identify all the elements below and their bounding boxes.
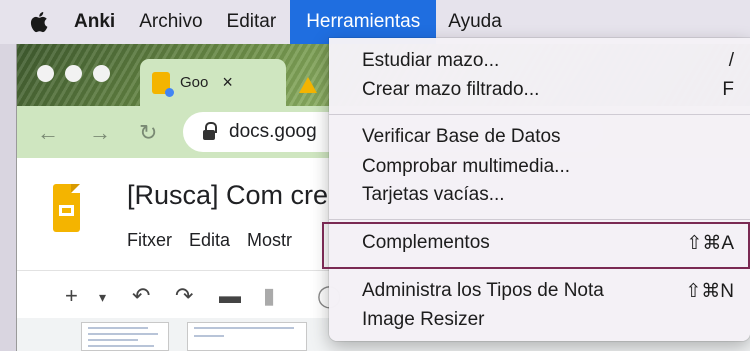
menu-item-label: Tarjetas vacías... <box>362 184 505 205</box>
menu-item-label: Crear mazo filtrado... <box>362 79 540 100</box>
tab-close-icon[interactable]: × <box>222 72 233 93</box>
menu-separator <box>329 219 750 220</box>
google-docs-favicon-icon <box>152 71 174 97</box>
docs-menu-edita[interactable]: Edita <box>189 230 230 251</box>
menu-item-shortcut: ⇧⌘A <box>686 232 734 254</box>
herramientas-dropdown-menu: Estudiar mazo... / Crear mazo filtrado..… <box>329 38 750 341</box>
document-title[interactable]: [Rusca] Com cre <box>127 180 328 211</box>
menu-item-shortcut: ⇧⌘N <box>685 280 734 302</box>
menu-item-comprobar-multimedia[interactable]: Comprobar multimedia... <box>329 153 750 181</box>
slide-thumbnail[interactable] <box>187 322 307 351</box>
window-zoom-button[interactable] <box>93 65 110 82</box>
apple-menu[interactable] <box>0 0 66 44</box>
window-close-button[interactable] <box>37 65 54 82</box>
menu-app-anki[interactable]: Anki <box>66 0 127 44</box>
browser-tab-active[interactable]: Goo × <box>140 59 286 106</box>
menu-item-label: Administra los Tipos de Nota <box>362 280 604 301</box>
menu-item-label: Image Resizer <box>362 309 485 330</box>
undo-icon[interactable]: ↶ <box>132 283 150 309</box>
menu-item-label: Comprobar multimedia... <box>362 156 571 177</box>
docs-menu-fitxer[interactable]: Fitxer <box>127 230 172 251</box>
menu-editar[interactable]: Editar <box>215 0 289 44</box>
docs-menu-bar: Fitxer Edita Mostr <box>127 230 292 251</box>
menu-separator <box>329 268 750 269</box>
menu-item-label: Verificar Base de Datos <box>362 126 561 147</box>
window-minimize-button[interactable] <box>65 65 82 82</box>
lock-icon <box>203 122 217 140</box>
menu-item-image-resizer[interactable]: Image Resizer <box>329 306 750 334</box>
menu-item-verificar-base-de-datos[interactable]: Verificar Base de Datos <box>329 123 750 151</box>
menu-item-estudiar-mazo[interactable]: Estudiar mazo... / <box>329 47 750 75</box>
address-url: docs.goog <box>229 121 317 142</box>
menu-item-label: Estudiar mazo... <box>362 50 500 71</box>
apple-logo-icon <box>30 12 48 33</box>
menu-item-complementos[interactable]: Complementos ⇧⌘A <box>329 229 750 257</box>
add-icon[interactable]: + <box>65 283 78 309</box>
google-slides-logo-icon[interactable] <box>53 184 80 232</box>
paint-format-icon[interactable]: ▮ <box>263 283 275 309</box>
docs-menu-mostra[interactable]: Mostr <box>247 230 292 251</box>
menu-separator <box>329 114 750 115</box>
reload-icon[interactable]: ↻ <box>139 120 157 146</box>
chevron-down-icon[interactable]: ▾ <box>99 289 106 306</box>
redo-icon[interactable]: ↷ <box>175 283 193 309</box>
menu-item-crear-mazo-filtrado[interactable]: Crear mazo filtrado... F <box>329 76 750 104</box>
menu-item-shortcut: F <box>722 79 734 100</box>
menu-archivo[interactable]: Archivo <box>127 0 214 44</box>
menu-item-administra-tipos-de-nota[interactable]: Administra los Tipos de Nota ⇧⌘N <box>329 277 750 305</box>
back-arrow-icon[interactable]: ← <box>37 120 59 146</box>
slide-thumbnail[interactable] <box>81 322 169 351</box>
tab-title: Goo <box>180 74 209 91</box>
print-icon[interactable]: ▬ <box>219 283 241 309</box>
forward-arrow-icon[interactable]: → <box>89 120 111 146</box>
menu-item-shortcut: / <box>728 50 734 71</box>
google-drive-favicon-icon[interactable] <box>299 77 317 93</box>
menu-item-tarjetas-vacias[interactable]: Tarjetas vacías... <box>329 181 750 209</box>
menu-item-label: Complementos <box>362 232 490 253</box>
